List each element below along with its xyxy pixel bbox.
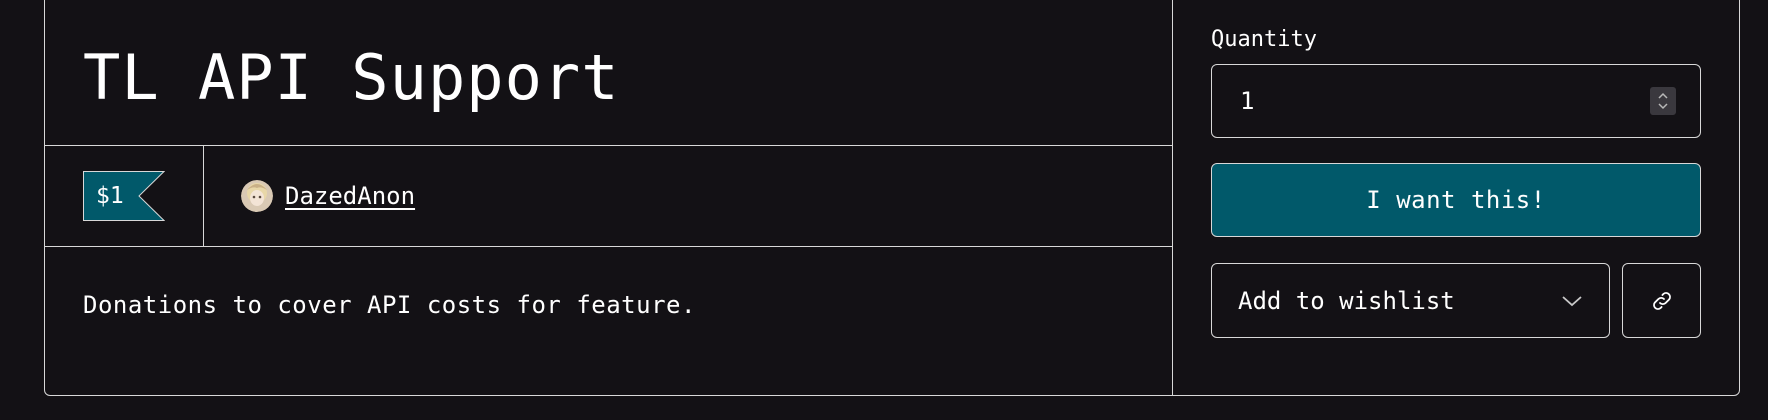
wishlist-label: Add to wishlist [1238, 286, 1455, 315]
copy-link-button[interactable] [1622, 263, 1701, 338]
quantity-field[interactable] [1211, 64, 1701, 138]
add-to-wishlist-button[interactable]: Add to wishlist [1211, 263, 1610, 338]
avatar[interactable] [241, 180, 273, 212]
creator-cell: DazedAnon [204, 146, 415, 246]
meta-row: $1 DazedAnon [45, 146, 1172, 247]
product-info: TL API Support $1 DazedAnon Donations to… [45, 0, 1173, 395]
purchase-panel: Quantity I want this! Add to wishlist [1173, 0, 1739, 395]
avatar-image [241, 180, 273, 212]
buy-button[interactable]: I want this! [1211, 163, 1701, 237]
quantity-input[interactable] [1238, 86, 1442, 116]
price-cell: $1 [45, 146, 204, 246]
creator-link[interactable]: DazedAnon [285, 182, 415, 210]
secondary-actions: Add to wishlist [1211, 263, 1701, 338]
product-title: TL API Support [83, 41, 620, 114]
number-spinner-icon[interactable] [1650, 87, 1676, 115]
description-row: Donations to cover API costs for feature… [45, 247, 1172, 319]
chevron-down-icon [1562, 295, 1582, 306]
product-description: Donations to cover API costs for feature… [83, 291, 696, 319]
quantity-label: Quantity [1211, 27, 1317, 52]
price-tag: $1 [83, 171, 165, 221]
product-card: TL API Support $1 DazedAnon Donations to… [44, 0, 1740, 396]
link-icon [1652, 291, 1671, 310]
title-row: TL API Support [45, 0, 1172, 146]
spinner-arrows [1658, 92, 1668, 110]
price-value: $1 [96, 183, 124, 209]
